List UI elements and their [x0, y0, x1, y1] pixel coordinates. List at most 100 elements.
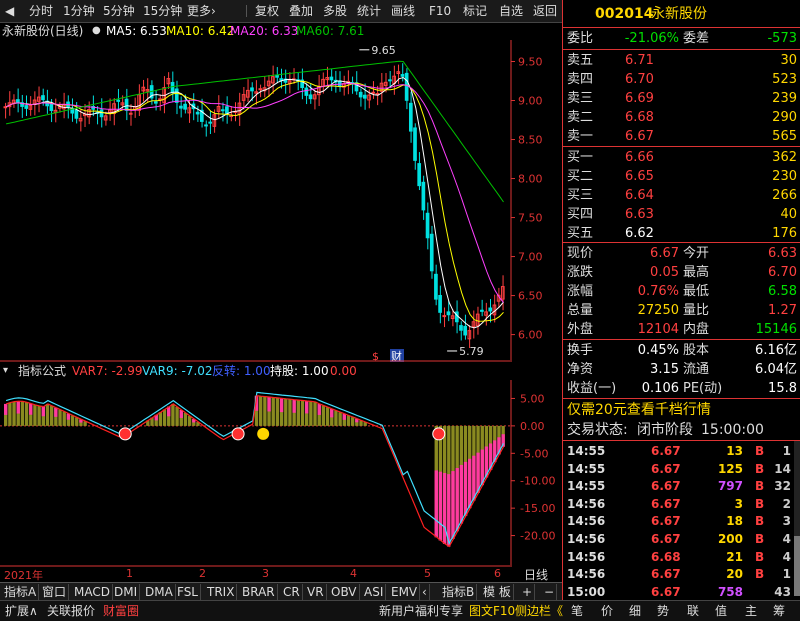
- candle-body: [425, 212, 430, 239]
- candle-body: [429, 233, 434, 272]
- tab-more[interactable]: 更多›: [184, 3, 219, 19]
- sell-level-row[interactable]: 卖二 6.68 290: [563, 108, 800, 127]
- fuquan-button[interactable]: 复权: [252, 3, 282, 19]
- buy-signal-icon: [118, 427, 132, 441]
- fund-value: 6.16亿: [755, 343, 797, 358]
- scrollbar-thumb[interactable]: [794, 536, 800, 596]
- tab-brar[interactable]: BRAR: [240, 584, 278, 600]
- f10-link[interactable]: 图文F10: [466, 603, 518, 619]
- panel-tab-zhi[interactable]: 值: [712, 603, 730, 619]
- tab-template[interactable]: 模 板: [481, 584, 514, 600]
- promo-text[interactable]: 仅需20元查看千档行情: [567, 400, 711, 420]
- candle-body: [375, 93, 380, 96]
- tab-obv[interactable]: OBV: [329, 584, 360, 600]
- multi-stock-button[interactable]: 多股: [320, 3, 350, 19]
- period-label[interactable]: 日线: [524, 566, 548, 583]
- tab-5min[interactable]: 5分钟: [100, 3, 138, 19]
- related-quotes-button[interactable]: 关联报价: [44, 603, 98, 619]
- histogram-bar: [263, 396, 267, 426]
- panel-tab-xi[interactable]: 细: [626, 603, 644, 619]
- xaxis-label-5: 5: [424, 567, 431, 580]
- watchlist-button[interactable]: 自选: [496, 3, 526, 19]
- tab-scroll-left[interactable]: ‹: [420, 584, 430, 600]
- tab-fenshi[interactable]: 分时: [26, 3, 56, 19]
- sell-level-row[interactable]: 卖四 6.70 523: [563, 70, 800, 89]
- buy-level-row[interactable]: 买四 6.63 40: [563, 205, 800, 224]
- trade-direction: B: [755, 496, 765, 511]
- tab-indicator-b[interactable]: 指标B: [440, 584, 478, 600]
- mark-button[interactable]: 标记: [460, 3, 490, 19]
- stock-title: 永新股份(日线): [2, 24, 84, 38]
- buy-level-row[interactable]: 买五 6.62 176: [563, 224, 800, 243]
- histogram-bar: [70, 415, 75, 426]
- stats-button[interactable]: 统计: [354, 3, 384, 19]
- tab-dma[interactable]: DMA: [143, 584, 176, 600]
- tab-macd[interactable]: MACD: [72, 584, 113, 600]
- price-tick-label: 8.50: [518, 134, 543, 147]
- panel-tab-jia[interactable]: 价: [598, 603, 616, 619]
- candle-body: [183, 103, 187, 110]
- tab-15min[interactable]: 15分钟: [140, 3, 185, 19]
- status-time: 15:00:00: [701, 422, 764, 438]
- sell-level-price: 6.68: [625, 110, 654, 125]
- tab-dmi[interactable]: DMI: [112, 584, 141, 600]
- buy-level-price: 6.63: [625, 207, 654, 222]
- indicator-chart[interactable]: 5.00 0.00 -5.00 -10.00 -15.00 -20.00: [0, 380, 562, 567]
- sell-level-row[interactable]: 卖一 6.67 565: [563, 127, 800, 146]
- tab-remove[interactable]: −: [542, 584, 558, 600]
- tab-window[interactable]: 窗口: [40, 584, 70, 600]
- indicator-tick-label: -10.00: [520, 475, 555, 488]
- sell-level-row[interactable]: 卖三 6.69 239: [563, 89, 800, 108]
- histogram-bar: [20, 401, 25, 426]
- new-user-promo-link[interactable]: 新用户福利专享: [376, 603, 466, 619]
- tab-cr[interactable]: CR: [281, 584, 303, 600]
- panel-tab-bi[interactable]: 笔: [568, 603, 586, 619]
- back-button[interactable]: 返回: [530, 3, 560, 19]
- panel-tab-chou[interactable]: 筹: [770, 603, 788, 619]
- trade-time: 14:56: [567, 496, 606, 511]
- tab-asi[interactable]: ASI: [362, 584, 387, 600]
- buy-level-price: 6.65: [625, 169, 654, 184]
- candlestick-chart[interactable]: 9.50 9.00 8.50 8.00 7.50 7.00 6.50 6.00 9.65 5.79…: [0, 40, 543, 362]
- sidebar-toggle[interactable]: 侧边栏《: [512, 603, 566, 619]
- histogram-highlight: [451, 471, 455, 539]
- expand-button[interactable]: 扩展∧: [2, 603, 41, 619]
- tab-add[interactable]: +: [520, 584, 536, 600]
- panel-tab-zhu[interactable]: 主: [742, 603, 760, 619]
- trade-row: 14:56 6.67 18 B 3: [563, 513, 800, 530]
- tab-1min[interactable]: 1分钟: [60, 3, 98, 19]
- indicator-name[interactable]: 指标公式: [18, 362, 66, 380]
- tab-indicator-a[interactable]: 指标A: [2, 584, 40, 600]
- candlestick-svg[interactable]: 9.50 9.00 8.50 8.00 7.50 7.00 6.50 6.00 9.65 5.79…: [0, 40, 562, 362]
- draw-line-button[interactable]: 画线: [388, 3, 418, 19]
- var9-label: VAR9: -7.02: [142, 364, 213, 378]
- candle-body: [438, 294, 442, 313]
- tab-fsl[interactable]: FSL: [175, 584, 201, 600]
- f10-button[interactable]: F10: [426, 3, 454, 19]
- wealth-circle-button[interactable]: 财富圈: [100, 603, 142, 619]
- overlay-button[interactable]: 叠加: [286, 3, 316, 19]
- sell-level-row[interactable]: 卖五 6.71 30: [563, 51, 800, 70]
- tab-vr[interactable]: VR: [305, 584, 327, 600]
- trade-price: 6.67: [651, 444, 681, 458]
- smile-signal-icon: [257, 427, 270, 440]
- price-tick-label: 9.00: [518, 95, 543, 108]
- panel-tab-lian[interactable]: 联: [684, 603, 702, 619]
- histogram-bar: [45, 403, 50, 426]
- tab-trix[interactable]: TRIX: [205, 584, 238, 600]
- promo-row[interactable]: 仅需20元查看千档行情: [563, 400, 800, 420]
- trades-scrollbar[interactable]: [794, 441, 800, 596]
- panel-tab-shi[interactable]: 势: [654, 603, 672, 619]
- trade-volume: 3: [734, 496, 743, 511]
- buy-level-row[interactable]: 买二 6.65 230: [563, 167, 800, 186]
- buy-level-row[interactable]: 买一 6.66 362: [563, 148, 800, 167]
- tab-emv[interactable]: EMV: [389, 584, 421, 600]
- indicator-svg[interactable]: 5.00 0.00 -5.00 -10.00 -15.00 -20.00: [0, 380, 562, 567]
- settings-dot-icon[interactable]: ●: [92, 22, 101, 40]
- indicator-menu-icon[interactable]: ▾: [3, 362, 8, 380]
- buy-level-row[interactable]: 买三 6.64 266: [563, 186, 800, 205]
- stat-value: 0.05: [650, 265, 679, 280]
- status-label: 交易状态:: [567, 422, 628, 438]
- candle-body: [388, 79, 392, 82]
- arrow-left-icon[interactable]: ◀: [2, 3, 17, 19]
